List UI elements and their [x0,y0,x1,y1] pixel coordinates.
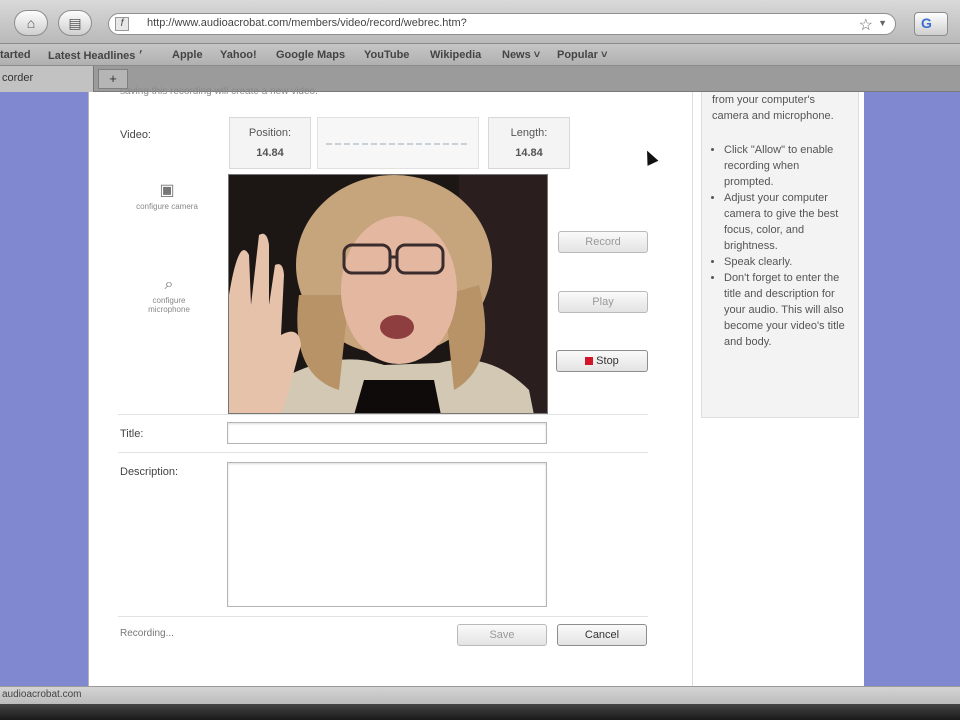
position-label: Position: [248,127,292,139]
title-input[interactable] [227,422,547,444]
length-box: Length: 14.84 [488,117,570,169]
system-dock [0,704,960,720]
bookmark-yahoo[interactable]: Yahoo! [220,49,257,61]
address-bar[interactable]: f http://www.audioacrobat.com/members/vi… [108,13,896,35]
book-icon: ▤ [68,15,82,31]
position-value: 14.84 [256,147,284,159]
help-tip: Speak clearly. [724,254,850,270]
video-label: Video: [120,129,151,141]
length-label: Length: [510,127,548,139]
chevron-down-icon[interactable]: ▼ [878,18,887,28]
length-value: 14.84 [515,147,543,159]
audio-level-meter [317,117,479,169]
stop-button[interactable]: Stop [556,350,648,372]
bookmark-wikipedia[interactable]: Wikipedia [430,49,481,61]
microphone-icon: ⌕ [164,276,174,293]
browser-toolbar: ⌂ ▤ f http://www.audioacrobat.com/member… [0,0,960,44]
browser-status-bar: audioacrobat.com [0,686,960,704]
bookmark-google-maps[interactable]: Google Maps [276,49,345,61]
title-label: Title: [120,428,144,440]
configure-camera-label: configure camera [136,202,198,211]
divider [118,414,648,415]
configure-microphone-button[interactable]: ⌕ configure microphone [138,276,200,314]
recording-status: Recording... [120,628,174,639]
url-text[interactable]: http://www.audioacrobat.com/members/vide… [147,17,467,29]
bookmark-latest-headlines[interactable]: Latest Headlines ׳ [48,49,152,63]
audio-level-waveform [326,143,470,145]
record-button[interactable]: Record [558,231,648,253]
bookmark-news[interactable]: News ˅ [502,49,540,61]
description-textarea[interactable] [227,462,547,607]
bookmark-menu-button[interactable]: ▤ [58,10,92,36]
stop-label: Stop [596,355,619,367]
configure-camera-button[interactable]: ▣ configure camera [124,180,210,211]
divider [118,616,648,617]
help-tip: Adjust your computer camera to give the … [724,190,850,254]
help-tip: Don't forget to enter the title and desc… [724,270,850,350]
position-box: Position: 14.84 [229,117,311,169]
bookmarks-bar: tarted Latest Headlines ׳ Apple Yahoo! … [0,44,960,66]
help-box: from your computer's camera and micropho… [701,92,859,418]
home-button[interactable]: ⌂ [14,10,48,36]
intro-text: saving this recording will create a new … [120,86,318,97]
divider [118,452,648,453]
camera-icon: ▣ [159,182,175,199]
help-tip: Click "Allow" to enable recording when p… [724,142,850,190]
bookmark-apple[interactable]: Apple [172,49,203,61]
google-search-button[interactable]: G [914,12,948,36]
bookmark-getting-started[interactable]: tarted [0,49,31,61]
home-icon: ⌂ [26,15,36,31]
help-tips-list: Click "Allow" to enable recording when p… [712,142,850,350]
bookmark-youtube[interactable]: YouTube [364,49,409,61]
google-icon: G [921,15,932,31]
help-sidebar: from your computer's camera and micropho… [692,92,864,686]
star-icon[interactable]: ☆ [859,15,873,35]
webcam-video-frame [229,175,547,413]
description-label: Description: [120,466,179,478]
stop-icon [585,357,594,365]
cancel-button[interactable]: Cancel [557,624,647,646]
save-button[interactable]: Save [457,624,547,646]
tab-recorder[interactable]: corder [0,66,94,92]
webcam-preview [228,174,548,414]
play-button[interactable]: Play [558,291,648,313]
bookmark-popular[interactable]: Popular ˅ [557,49,607,61]
site-favicon-icon: f [115,17,129,31]
configure-microphone-label: configure microphone [148,296,190,314]
help-intro: from your computer's camera and micropho… [712,94,834,122]
